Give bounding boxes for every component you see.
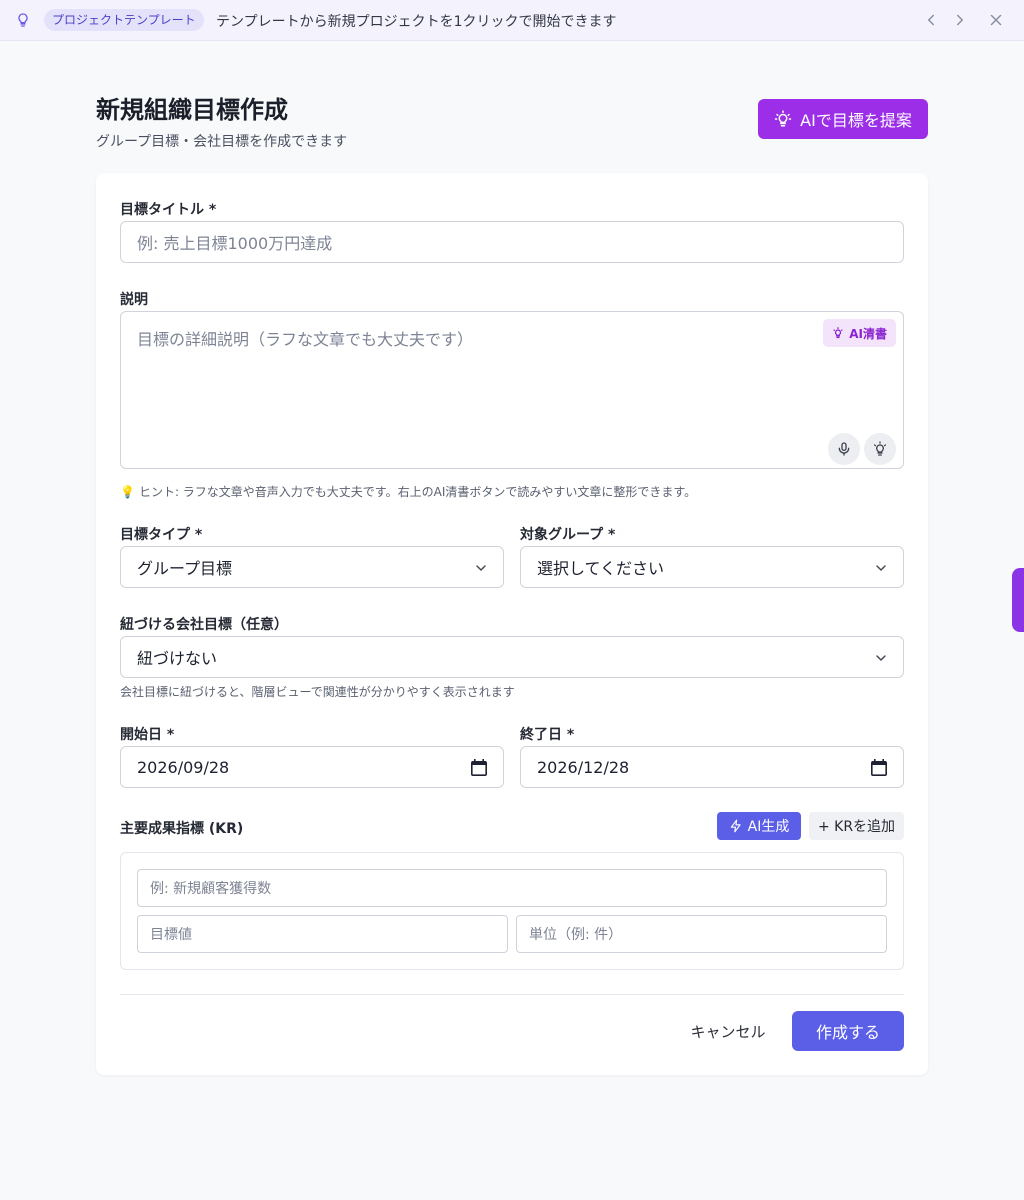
create-button[interactable]: 作成する [792, 1011, 904, 1051]
side-panel-toggle[interactable] [1012, 568, 1024, 632]
calendar-icon[interactable] [471, 759, 487, 776]
microphone-icon [838, 442, 850, 456]
title-label: 目標タイトル * [120, 202, 217, 218]
calendar-icon[interactable] [871, 759, 887, 776]
title-input[interactable]: 例: 売上目標1000万円達成 [120, 221, 904, 263]
form-divider [120, 994, 904, 995]
goal-type-label: 目標タイプ * [120, 527, 203, 543]
chevron-left-icon[interactable] [922, 11, 940, 29]
kr-unit-input[interactable]: 単位（例: 件） [516, 915, 887, 953]
parent-goal-select[interactable]: 紐づけない [120, 636, 904, 678]
target-group-label: 対象グループ * [520, 527, 616, 543]
parent-goal-value: 紐づけない [137, 649, 218, 668]
kr-target-placeholder: 目標値 [150, 927, 192, 943]
kr-target-input[interactable]: 目標値 [137, 915, 508, 953]
kr-ai-generate-button[interactable]: AI生成 [717, 812, 801, 840]
end-date-label: 終了日 * [520, 727, 575, 743]
kr-item: 例: 新規顧客獲得数 目標値 単位（例: 件） [120, 852, 904, 970]
ai-clean-button[interactable]: AI清書 [823, 319, 896, 347]
description-hint: 💡 ヒント: ラフな文章や音声入力でも大丈夫です。右上のAI清書ボタンで読みやすい… [120, 483, 696, 500]
parent-goal-label: 紐づける会社目標（任意） [120, 617, 288, 633]
goal-form-card: 目標タイトル * 例: 売上目標1000万円達成 説明 目標の詳細説明（ラフな文… [96, 173, 928, 1075]
description-placeholder: 目標の詳細説明（ラフな文章でも大丈夫です） [137, 330, 474, 349]
hint-emoji: 💡 [120, 485, 135, 499]
chevron-down-icon [876, 565, 886, 571]
lightbulb-icon [833, 327, 843, 339]
target-group-value: 選択してください [537, 559, 665, 578]
template-banner: プロジェクトテンプレート テンプレートから新規プロジェクトを1クリックで開始でき… [0, 0, 1024, 41]
cancel-button[interactable]: キャンセル [680, 1011, 776, 1051]
voice-input-button[interactable] [828, 433, 860, 465]
start-date-label: 開始日 * [120, 727, 175, 743]
chevron-down-icon [476, 565, 486, 571]
kr-name-placeholder: 例: 新規顧客獲得数 [150, 881, 272, 897]
kr-unit-placeholder: 単位（例: 件） [529, 927, 623, 943]
description-textarea[interactable]: 目標の詳細説明（ラフな文章でも大丈夫です） AI清書 [120, 311, 904, 469]
lightbulb-icon [18, 13, 28, 27]
chevron-right-icon[interactable] [951, 11, 969, 29]
end-date-input[interactable]: 2026/12/28 [520, 746, 904, 788]
lightning-icon [730, 819, 741, 833]
parent-goal-hint: 会社目標に紐づけると、階層ビューで関連性が分かりやすく表示されます [120, 685, 515, 699]
banner-tag[interactable]: プロジェクトテンプレート [44, 9, 204, 31]
description-label: 説明 [120, 292, 148, 308]
page-title: 新規組織目標作成 [96, 96, 288, 124]
lightbulb-icon [874, 441, 886, 456]
page-subtitle: グループ目標・会社目標を作成できます [96, 134, 348, 150]
start-date-input[interactable]: 2026/09/28 [120, 746, 504, 788]
close-icon[interactable] [987, 11, 1005, 29]
target-group-select[interactable]: 選択してください [520, 546, 904, 588]
add-kr-button[interactable]: + KRを追加 [809, 812, 904, 840]
chevron-down-icon [876, 655, 886, 661]
goal-type-select[interactable]: グループ目標 [120, 546, 504, 588]
kr-ai-label: AI生成 [747, 819, 790, 835]
start-date-value: 2026/09/28 [137, 757, 230, 777]
goal-type-value: グループ目標 [137, 559, 233, 578]
kr-section-label: 主要成果指標 (KR) [120, 821, 244, 837]
ai-suggest-label: AIで目標を提案 [800, 111, 912, 130]
banner-message: テンプレートから新規プロジェクトを1クリックで開始できます [216, 14, 617, 30]
kr-name-input[interactable]: 例: 新規顧客獲得数 [137, 869, 887, 907]
hint-text: ヒント: ラフな文章や音声入力でも大丈夫です。右上のAI清書ボタンで読みやすい文… [138, 485, 697, 499]
ai-suggest-button[interactable]: AIで目標を提案 [758, 99, 928, 139]
title-placeholder: 例: 売上目標1000万円達成 [137, 234, 333, 253]
lightbulb-icon [774, 110, 792, 127]
ai-clean-label: AI清書 [849, 326, 887, 341]
ai-assist-button[interactable] [864, 433, 896, 465]
end-date-value: 2026/12/28 [537, 757, 630, 777]
